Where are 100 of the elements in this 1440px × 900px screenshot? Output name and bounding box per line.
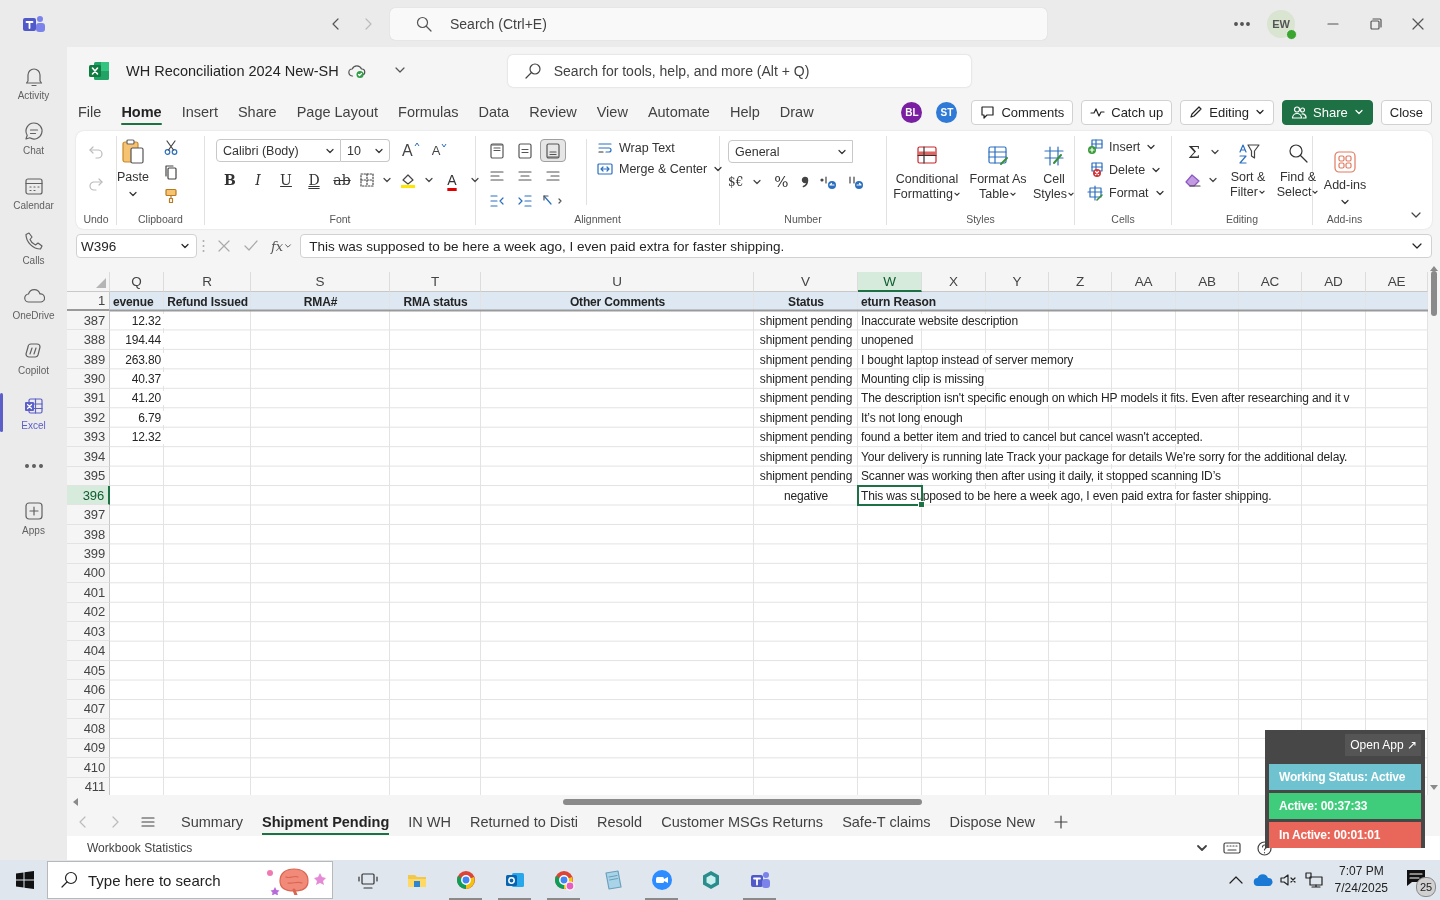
check-icon[interactable] [243,239,259,253]
more-icon[interactable] [1234,21,1250,26]
currency-button[interactable]: $€ [728,172,744,192]
wrap-text-button[interactable]: Wrap Text [597,141,724,155]
font-size-dropdown[interactable]: 10 [341,139,390,162]
user-avatar[interactable]: EW [1267,9,1295,38]
font-name-dropdown[interactable]: Calibri (Body) [216,139,341,162]
row-header[interactable]: 401 [67,583,110,603]
format-as-table-button[interactable]: Format As Table [969,142,1027,202]
number-format-dropdown[interactable]: General [728,140,853,163]
rail-item[interactable]: Activity [0,55,67,110]
row-header[interactable]: 392 [67,408,110,428]
add-ins-button[interactable]: Add-ins [1319,148,1371,207]
formula-input[interactable]: This was supposed to be here a week ago, I even paid extra for faster shipping. [300,234,1432,258]
chevron-up-icon[interactable] [1228,875,1243,885]
search-field[interactable]: Search (Ctrl+E) [390,7,1047,40]
share-button[interactable]: Share [1282,99,1373,125]
decrease-decimal-icon[interactable] [846,174,865,190]
align-bottom-icon[interactable] [540,139,566,162]
scroll-left-icon[interactable] [72,797,78,806]
sheet-tab[interactable]: Returned to Disti [470,808,578,836]
column-header[interactable]: Q [110,272,164,292]
paste-button[interactable]: Paste [117,136,149,213]
menu-tab[interactable]: Home [121,95,162,129]
column-header[interactable]: AE [1366,272,1428,292]
more-icon[interactable] [24,464,43,468]
increase-font-size-button[interactable]: A [402,141,420,160]
sheet-tab[interactable]: Safe-T claims [842,808,931,836]
row-header[interactable]: 406 [67,680,110,700]
sheet-tab[interactable]: Customer MSGs Returns [661,808,824,836]
menu-tab[interactable]: View [596,95,628,129]
row-header[interactable]: 399 [67,544,110,564]
chevron-down-icon[interactable] [1196,842,1208,854]
column-header[interactable]: AC [1239,272,1302,292]
row-header[interactable]: 1 [67,292,110,311]
decrease-indent-icon[interactable] [489,192,505,209]
menu-tab[interactable]: Automate [647,95,710,129]
column-header[interactable]: Y [986,272,1049,292]
column-header[interactable]: X [922,272,986,292]
column-header[interactable]: AB [1176,272,1239,292]
bold-button[interactable]: B [220,170,240,190]
decrease-font-size-button[interactable]: A [431,143,448,158]
menu-tab[interactable]: Help [729,95,760,129]
network-icon[interactable] [1304,872,1323,888]
collaborator-avatar[interactable]: BL [901,101,923,123]
sheet-tab[interactable]: Resold [597,808,643,836]
search-field[interactable]: Search for tools, help, and more (Alt + Q) [507,55,971,87]
double-underline-button[interactable]: D [304,170,324,190]
keyboard-icon[interactable] [1223,842,1241,854]
scissors-icon[interactable] [162,140,179,156]
conditional-formatting-button[interactable]: Conditional Formatting [889,142,965,202]
column-header[interactable]: S [251,272,390,292]
open-app-link[interactable]: Open App ↗ [1345,734,1421,756]
editing-mode-button[interactable]: Editing [1180,99,1275,125]
sheet-tab[interactable]: IN WH [408,808,451,836]
comments-button[interactable]: Comments [971,99,1074,125]
sheet-tab[interactable]: Shipment Pending [262,808,390,836]
insert-cells-button[interactable]: Insert [1087,139,1165,155]
format-cells-button[interactable]: Format [1087,185,1165,201]
row-header[interactable]: 403 [67,622,110,642]
select-all-icon[interactable] [96,278,106,288]
rail-item[interactable]: Chat [0,110,67,165]
copy-icon[interactable] [162,164,179,180]
close-icon[interactable] [1412,17,1424,30]
row-header[interactable]: 387 [67,311,110,331]
menu-tab[interactable]: Page Layout [296,95,379,129]
insert-function-button[interactable]: fx [271,238,293,254]
column-header[interactable]: Z [1049,272,1112,292]
find-select-button[interactable]: Find & Select [1276,140,1320,200]
format-painter-icon[interactable] [162,188,179,204]
cell-styles-button[interactable]: Cell Styles [1031,142,1077,202]
row-header[interactable]: 394 [67,447,110,467]
add-sheet-icon[interactable] [1053,815,1068,829]
sheet-tab[interactable]: Summary [181,808,244,836]
font-color-button[interactable]: A [442,170,462,190]
column-header[interactable]: AD [1302,272,1366,292]
rail-item[interactable]: Apps [0,490,67,545]
menu-tab[interactable]: File [78,95,102,129]
rail-item[interactable]: OneDrive [0,275,67,330]
close-button[interactable]: Close [1380,99,1432,125]
scrollbar-thumb[interactable] [1431,270,1437,316]
row-header[interactable]: 390 [67,369,110,389]
row-header[interactable]: 388 [67,330,110,350]
rail-item[interactable]: Calls [0,220,67,275]
eraser-icon[interactable] [1184,172,1202,188]
taskbar-search-field[interactable]: Type here to search [47,861,333,899]
rail-item[interactable]: Excel [0,385,67,440]
fill-color-icon[interactable] [400,172,416,188]
catch-up-button[interactable]: Catch up [1081,99,1173,125]
menu-tab[interactable]: Insert [181,95,218,129]
menu-tab[interactable]: Data [478,95,510,129]
collaborator-avatar[interactable]: ST [936,101,958,123]
column-header[interactable]: U [481,272,754,292]
column-header[interactable]: R [164,272,251,292]
scrollbar-thumb[interactable] [563,798,922,805]
column-header[interactable]: W [858,272,922,292]
menu-tab[interactable]: Share [237,95,277,129]
delete-cells-button[interactable]: Delete [1087,162,1165,178]
menu-tab[interactable]: Review [529,95,577,129]
underline-button[interactable]: U [276,170,296,190]
